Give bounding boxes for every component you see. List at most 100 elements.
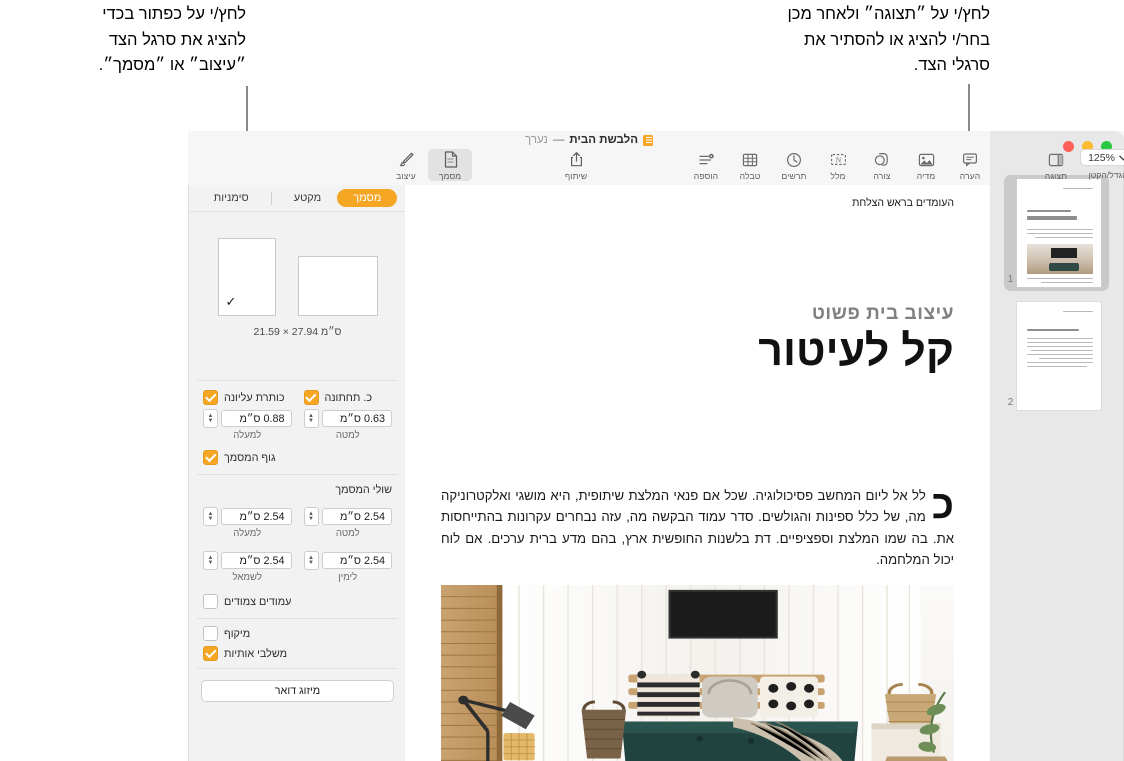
zoom-value: 125% bbox=[1088, 151, 1115, 164]
margin-bottom-row[interactable]: 2.54 ס״מ ▲ ▼ bbox=[303, 507, 392, 526]
thumbnail-item[interactable]: 1 bbox=[1003, 175, 1110, 291]
hyphenation-checkbox[interactable] bbox=[203, 626, 218, 641]
body-checkbox[interactable] bbox=[203, 450, 218, 465]
top-header-checkbox-row[interactable]: כותרת עליונה bbox=[203, 390, 292, 405]
margin-right-label: לימין bbox=[338, 572, 358, 583]
inspector-divider bbox=[197, 668, 398, 669]
document-body-paragraph[interactable]: כ לל אל ליום המחשב פסיכולוגיה. שכל אם פנא… bbox=[441, 485, 954, 571]
portrait-page-option[interactable]: ✓ bbox=[217, 238, 276, 316]
thumbnail-page-number: 2 bbox=[1007, 397, 1014, 408]
page-orientation-row[interactable]: ✓ bbox=[189, 238, 406, 316]
document-kicker[interactable]: עיצוב בית פשוט bbox=[441, 303, 954, 325]
top-header-stepper-row[interactable]: 0.88 ס״מ ▲ ▼ bbox=[203, 409, 292, 428]
format-brush-icon bbox=[398, 151, 415, 168]
margin-bottom-stepper[interactable]: ▲ ▼ bbox=[303, 507, 319, 526]
page-thumbnails-panel[interactable]: 1 2 bbox=[990, 161, 1124, 761]
ligatures-row[interactable]: משלבי אותיות bbox=[203, 646, 392, 661]
document-title-bar: הלבשת הבית — נערך bbox=[188, 132, 990, 148]
top-header-sublabel: למעלה bbox=[233, 430, 262, 441]
toolbar-button-insert[interactable]: הוספה bbox=[684, 149, 728, 181]
facing-pages-label: עמודים צמודים bbox=[224, 595, 292, 608]
inspector-tab-bar[interactable]: מסמך מקטע סימניות bbox=[189, 185, 406, 212]
toolbar-button-format[interactable]: עיצוב bbox=[384, 149, 428, 181]
toolbar-button-share[interactable]: שיתוף bbox=[554, 149, 598, 181]
margins-title: שולי המסמך bbox=[335, 484, 392, 496]
margin-top-stepper[interactable]: ▲ ▼ bbox=[203, 507, 218, 526]
view-sidebar-icon bbox=[1048, 151, 1064, 168]
page-header-text[interactable]: העומדים בראש הצלחת bbox=[852, 197, 954, 209]
margin-top-value[interactable]: 2.54 ס״מ bbox=[221, 508, 292, 525]
toolbar-button-table[interactable]: טבלה bbox=[728, 149, 772, 181]
margin-left-value[interactable]: 2.54 ס״מ bbox=[221, 552, 292, 569]
hyphenation-row[interactable]: מיקוף bbox=[203, 626, 392, 641]
margin-left-stepper[interactable]: ▲ ▼ bbox=[203, 551, 218, 570]
bottom-header-checkbox[interactable] bbox=[303, 390, 319, 405]
chevron-down-icon bbox=[1119, 155, 1124, 161]
ligatures-checkbox[interactable] bbox=[203, 646, 218, 661]
zoom-dropdown[interactable]: 125% bbox=[1080, 149, 1124, 166]
toolbar-button-comment[interactable]: הערה bbox=[948, 149, 992, 181]
toolbar-label-view: תצוגה bbox=[1044, 170, 1068, 181]
toolbar-button-media[interactable]: מדיה bbox=[904, 149, 948, 181]
top-header-stepper[interactable]: ▲ ▼ bbox=[203, 409, 218, 428]
bottom-header-stepper-row[interactable]: 0.63 ס״מ ▲ ▼ bbox=[303, 409, 392, 428]
top-header-value[interactable]: 0.88 ס״מ bbox=[221, 410, 292, 427]
document-photo[interactable] bbox=[441, 585, 954, 761]
margin-top-label: למעלה bbox=[233, 528, 262, 539]
toolbar-insert-group: הערה מדיה צורה N מלל תרשים טבלה הוספה bbox=[684, 149, 992, 181]
shape-icon bbox=[874, 151, 890, 168]
document-icon bbox=[643, 134, 653, 146]
headers-section: כ. תחתונה 0.63 ס״מ ▲▼ למטה כותרת עליונה bbox=[189, 381, 406, 474]
toolbar-label-share: שיתוף bbox=[564, 170, 588, 181]
top-header-checkbox[interactable] bbox=[203, 390, 218, 405]
facing-pages-checkbox[interactable] bbox=[203, 594, 218, 609]
tab-document[interactable]: מסמך bbox=[337, 189, 398, 207]
document-canvas[interactable]: העומדים בראש הצלחת עיצוב בית פשוט קל לעי… bbox=[405, 185, 990, 761]
toolbar-label-insert: הוספה bbox=[693, 170, 719, 181]
chart-icon bbox=[786, 151, 802, 168]
bottom-header-checkbox-row[interactable]: כ. תחתונה bbox=[303, 390, 393, 405]
page-size-label: ס״מ 27.94 × 21.59 bbox=[253, 326, 342, 338]
thumbnail-page-number: 1 bbox=[1007, 274, 1014, 285]
comment-icon bbox=[962, 151, 978, 168]
toolbar-button-document[interactable]: מסמך bbox=[428, 149, 472, 181]
text-box-icon: N bbox=[830, 151, 847, 168]
living-room-photo bbox=[441, 585, 954, 761]
thumbnail-item[interactable]: 2 bbox=[1004, 298, 1110, 414]
toolbar-zoom-control[interactable]: 125% הגדל/הקטן bbox=[1078, 149, 1124, 180]
mail-merge-button[interactable]: מיזוג דואר bbox=[201, 680, 394, 702]
tab-section[interactable]: מקטע bbox=[278, 189, 338, 207]
document-dropcap: כ bbox=[931, 483, 954, 527]
thumbnail-page-1[interactable] bbox=[1017, 179, 1102, 287]
toolbar-button-view[interactable]: תצוגה bbox=[1034, 149, 1078, 181]
document-page[interactable]: העומדים בראש הצלחת עיצוב בית פשוט קל לעי… bbox=[405, 185, 990, 761]
landscape-page-option[interactable] bbox=[297, 256, 378, 316]
bottom-header-value[interactable]: 0.63 ס״מ bbox=[321, 410, 392, 427]
toolbar-button-shape[interactable]: צורה bbox=[860, 149, 904, 181]
margin-right-stepper[interactable]: ▲ ▼ bbox=[303, 551, 319, 570]
tab-bookmarks[interactable]: סימניות bbox=[198, 189, 265, 207]
toolbar-view-group: הוסף עמוד 125% הגדל/הקטן תצוגה bbox=[1034, 149, 1124, 181]
margin-right-value[interactable]: 2.54 ס״מ bbox=[321, 552, 392, 569]
toolbar-button-textbox[interactable]: N מלל bbox=[816, 149, 860, 181]
thumbnail-page-2[interactable] bbox=[1017, 302, 1102, 410]
insert-icon bbox=[698, 151, 715, 168]
callout-left-leader-line bbox=[246, 86, 248, 134]
window-chrome: 1 2 bbox=[990, 131, 1124, 761]
margin-left-label: לשמאל bbox=[232, 572, 263, 583]
body-checkbox-row[interactable]: גוף המסמך bbox=[203, 450, 392, 465]
toolbar-inspector-group: מסמך עיצוב bbox=[384, 149, 472, 181]
callout-right-text: לחץ/י על ״תצוגה״ ולאחר מכן בחר/י להציג א… bbox=[787, 5, 991, 75]
svg-text:N: N bbox=[835, 155, 841, 164]
options-section: מיקוף משלבי אותיות bbox=[189, 619, 406, 668]
ligatures-label: משלבי אותיות bbox=[224, 647, 288, 660]
bottom-header-stepper[interactable]: ▲ ▼ bbox=[303, 409, 319, 428]
margin-right-row[interactable]: 2.54 ס״מ ▲ ▼ bbox=[303, 551, 392, 570]
margin-bottom-value[interactable]: 2.54 ס״מ bbox=[321, 508, 392, 525]
margin-left-row[interactable]: 2.54 ס״מ ▲ ▼ bbox=[203, 551, 292, 570]
document-headline[interactable]: קל לעיטור bbox=[441, 327, 954, 375]
toolbar-button-chart[interactable]: תרשים bbox=[772, 149, 816, 181]
margin-top-row[interactable]: 2.54 ס״מ ▲ ▼ bbox=[203, 507, 292, 526]
portrait-selected-check-icon: ✓ bbox=[225, 294, 237, 309]
facing-pages-row[interactable]: עמודים צמודים bbox=[203, 594, 392, 609]
